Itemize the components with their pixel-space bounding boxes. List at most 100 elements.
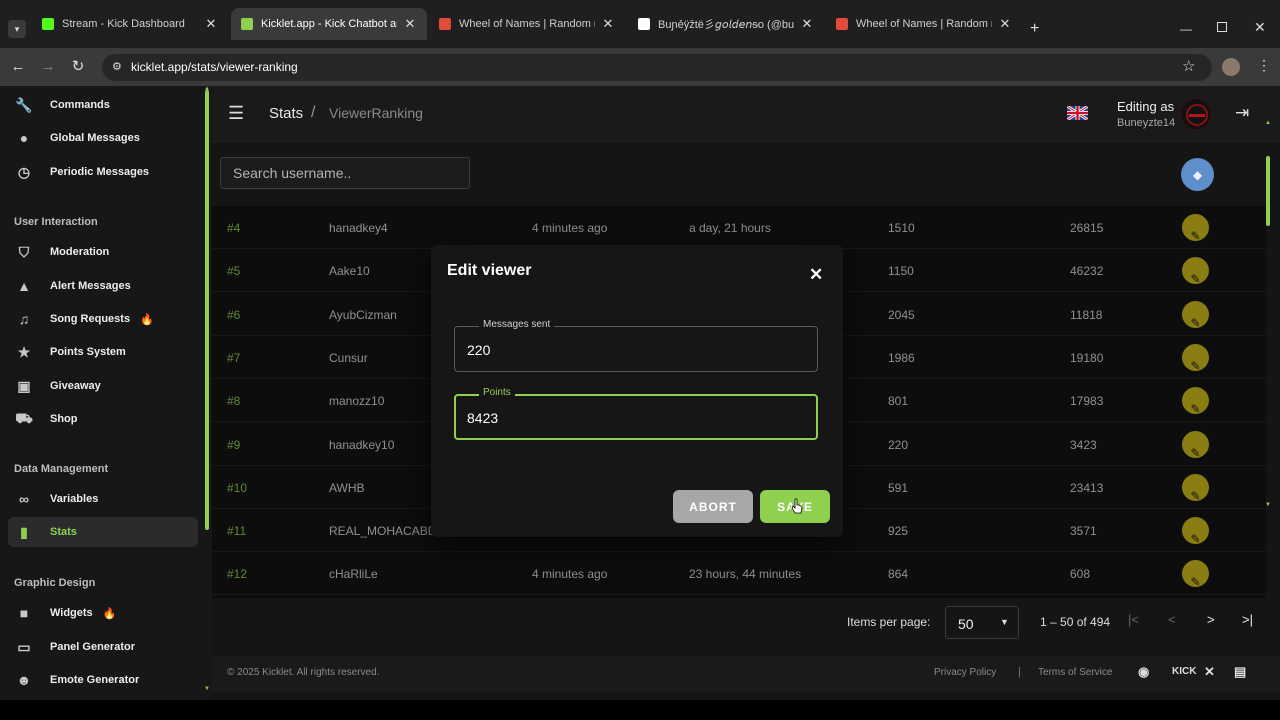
sidebar-item-alert-messages[interactable]: ▲ Alert Messages (0, 271, 212, 301)
items-per-page-select[interactable]: 50 ▼ (945, 606, 1019, 639)
messages-sent-value: 220 (467, 342, 491, 358)
sidebar-item-global-messages[interactable]: ● Global Messages (0, 123, 212, 153)
forward-button[interactable]: → (38, 57, 58, 77)
breadcrumb-stats[interactable]: Stats (269, 105, 303, 122)
x-twitter-icon[interactable]: ✕ (1204, 664, 1215, 680)
tab-close-icon[interactable]: ✕ (800, 16, 814, 32)
next-page-button[interactable]: > (1207, 612, 1215, 627)
sidebar-item-widgets[interactable]: ■ Widgets 🔥 (0, 598, 212, 628)
sidebar-item-label: Widgets (50, 607, 93, 619)
reload-button[interactable]: ↻ (68, 57, 88, 77)
tab-close-icon[interactable]: ✕ (204, 16, 218, 32)
sidebar-item-song-requests[interactable]: ♫ Song Requests 🔥 (0, 304, 212, 334)
table-scroll-up[interactable]: ▲ (1265, 120, 1271, 126)
abort-button[interactable]: ABORT (673, 490, 753, 523)
editing-as-label: Editing as (1117, 99, 1175, 114)
panel-icon: ▭ (17, 638, 31, 655)
sidebar-item-label: Variables (50, 493, 99, 505)
table-scrollbar[interactable] (1266, 156, 1270, 226)
sidebar-item-points-system[interactable]: ★ Points System (0, 337, 212, 367)
privacy-policy-link[interactable]: Privacy Policy (934, 667, 996, 678)
tab-title: Wheel of Names | Random nam (459, 18, 595, 30)
tab-close-icon[interactable]: ✕ (601, 16, 615, 32)
tab-title: Wheel of Names | Random nam (856, 18, 992, 30)
dialog-title: Edit viewer (447, 262, 532, 279)
site-info-icon[interactable]: ⚙ (112, 60, 122, 73)
terms-of-service-link[interactable]: Terms of Service (1038, 667, 1112, 678)
user-avatar[interactable] (1180, 98, 1212, 130)
sidebar-item-label: Panel Generator (50, 641, 135, 653)
address-bar[interactable]: ⚙ kicklet.app/stats/viewer-ranking ☆ (102, 54, 1212, 81)
sidebar-item-commands[interactable]: 🔧 Commands (0, 90, 212, 120)
fire-icon: 🔥 (140, 313, 154, 326)
menu-toggle-icon[interactable]: ☰ (228, 103, 244, 124)
browser-toolbar: ← → ↻ ⚙ kicklet.app/stats/viewer-ranking… (0, 48, 1280, 86)
browser-tab[interactable]: Buɲẻÿžtë彡𝘨𝘰𝘭𝘥𝘦𝘯ᵴo (@buneyz ✕ (628, 8, 824, 40)
browser-tab[interactable]: Kicklet.app - Kick Chatbot and C ✕ (231, 8, 427, 40)
sidebar-item-label: Periodic Messages (50, 166, 150, 178)
kick-link[interactable]: KICK (1172, 666, 1196, 677)
sidebar-scroll-down[interactable]: ▼ (204, 686, 210, 692)
sidebar-item-label: Global Messages (50, 132, 140, 144)
document-icon[interactable]: ▤ (1234, 664, 1246, 680)
url-text: kicklet.app/stats/viewer-ranking (131, 60, 298, 74)
close-icon[interactable]: ✕ (809, 265, 823, 285)
close-window-button[interactable]: ✕ (1254, 19, 1266, 36)
sidebar-item-label: Shop (50, 413, 78, 425)
new-tab-button[interactable]: + (1030, 20, 1039, 38)
minimize-button[interactable]: — (1180, 22, 1192, 36)
editing-username: Buneyzte14 (1117, 117, 1176, 129)
gift-icon: ▣ (17, 377, 31, 394)
sidebar-item-label: Song Requests (50, 313, 131, 325)
page-header: ☰ Stats / ViewerRanking Editing as Buney… (212, 86, 1280, 142)
eraser-button[interactable]: ◆ (1181, 158, 1214, 191)
sidebar-section-heading: Graphic Design (14, 577, 96, 589)
hand-cursor-icon (791, 498, 803, 514)
browser-tab-strip: ▾ Stream - Kick Dashboard ✕ Kicklet.app - … (0, 0, 1280, 48)
browser-tab[interactable]: Wheel of Names | Random nam ✕ (429, 8, 625, 40)
bar-chart-icon: ▮ (20, 523, 28, 540)
tab-favicon-icon (42, 18, 54, 30)
back-button[interactable]: ← (8, 57, 28, 77)
breadcrumb-current: ViewerRanking (329, 105, 423, 121)
logout-icon[interactable]: ⇥ (1235, 103, 1249, 123)
chevron-down-icon: ▼ (1000, 617, 1009, 627)
sidebar-item-variables[interactable]: ∞ Variables (0, 484, 212, 514)
sidebar-item-giveaway[interactable]: ▣ Giveaway (0, 371, 212, 401)
browser-tab[interactable]: Wheel of Names | Random nam ✕ (826, 8, 1022, 40)
previous-page-button[interactable]: < (1168, 612, 1176, 627)
discord-icon[interactable]: ◉ (1138, 664, 1149, 680)
shield-icon: ⛉ (18, 243, 30, 260)
cart-icon: ⛟ (15, 409, 33, 426)
sidebar-item-shop[interactable]: ⛟ Shop (0, 404, 212, 434)
tab-close-icon[interactable]: ✕ (403, 16, 417, 32)
sidebar-item-panel-generator[interactable]: ▭ Panel Generator (0, 632, 212, 662)
search-username-input[interactable] (220, 157, 470, 189)
messages-sent-field[interactable]: Messages sent 220 (454, 319, 818, 372)
uk-flag-icon[interactable] (1067, 106, 1088, 120)
tab-title: Kicklet.app - Kick Chatbot and C (261, 18, 397, 30)
tab-favicon-icon (439, 18, 451, 30)
sidebar-item-stats[interactable]: ▮ Stats (8, 517, 198, 547)
sidebar-item-moderation[interactable]: ⛉ Moderation (0, 237, 212, 267)
profile-avatar[interactable] (1222, 58, 1240, 76)
breadcrumb-separator: / (311, 104, 316, 121)
points-field[interactable]: Points 8423 (454, 387, 818, 440)
fire-icon: 🔥 (102, 607, 117, 620)
footer-separator: | (1018, 666, 1021, 678)
tab-favicon-icon (241, 18, 253, 30)
sidebar-item-emote-generator[interactable]: ☻ Emote Generator (0, 665, 212, 695)
chat-icon: ● (19, 130, 29, 146)
last-page-button[interactable]: >| (1242, 612, 1253, 627)
first-page-button[interactable]: |< (1128, 612, 1139, 627)
browser-menu-icon[interactable]: ⋮ (1257, 57, 1271, 74)
browser-tab[interactable]: Stream - Kick Dashboard ✕ (32, 8, 228, 40)
bookmark-star-icon[interactable]: ☆ (1182, 57, 1195, 75)
tab-close-icon[interactable]: ✕ (998, 16, 1012, 32)
page-range-label: 1 – 50 of 494 (1040, 615, 1111, 629)
sidebar-scrollbar[interactable] (205, 90, 209, 530)
maximize-button[interactable] (1217, 22, 1227, 32)
tab-title: Stream - Kick Dashboard (62, 18, 185, 30)
tab-search-button[interactable]: ▾ (8, 20, 26, 38)
sidebar-item-periodic-messages[interactable]: ◷ Periodic Messages (0, 157, 212, 187)
